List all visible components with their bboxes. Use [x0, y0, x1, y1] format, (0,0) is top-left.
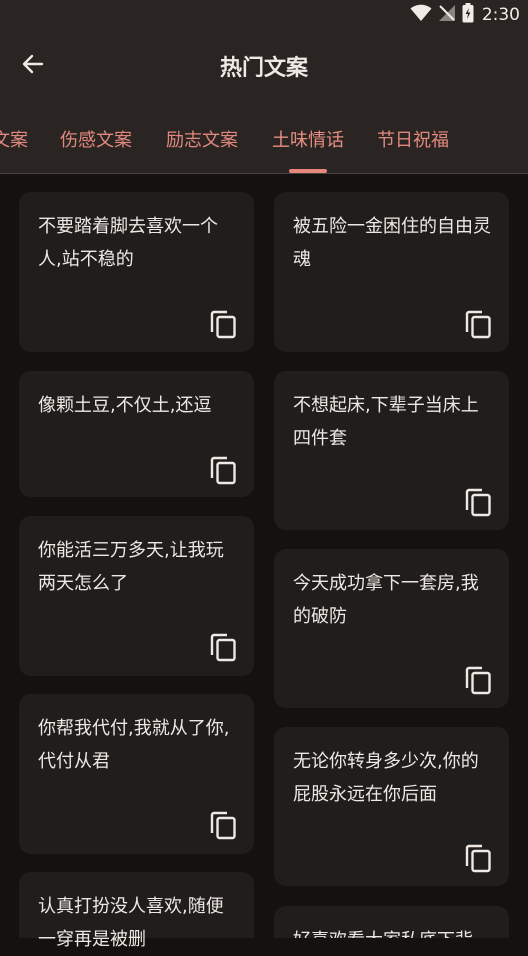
no-signal-icon: [438, 4, 456, 26]
quote-text: 像颗土豆,不仅土,还逗: [38, 395, 212, 416]
page-title: 热门文案: [219, 56, 308, 81]
copy-icon[interactable]: [463, 664, 493, 696]
quote-text: 不要踏着脚去喜欢一个人,站不稳的: [38, 216, 218, 270]
copy-icon[interactable]: [208, 308, 238, 340]
quote-text: 不想起床,下辈子当床上四件套: [293, 395, 479, 449]
category-tabs: 文案 伤感文案 励志文案 土味情话 节日祝福: [0, 102, 528, 173]
quote-text: 你能活三万多天,让我玩两天怎么了: [38, 540, 224, 594]
quote-card[interactable]: 不要踏着脚去喜欢一个人,站不稳的: [19, 192, 254, 352]
copy-icon[interactable]: [208, 454, 238, 486]
quote-card[interactable]: 无论你转身多少次,你的屁股永远在你后面: [274, 727, 509, 886]
tab-inspirational[interactable]: 励志文案: [166, 126, 238, 152]
copy-icon[interactable]: [208, 809, 238, 841]
quote-text: 好喜欢看大家私底下背: [293, 924, 495, 938]
app-bar: 热门文案: [0, 30, 528, 102]
copy-icon[interactable]: [463, 842, 493, 874]
quote-card[interactable]: 今天成功拿下一套房,我的破防: [274, 549, 509, 708]
copy-icon[interactable]: [463, 486, 493, 518]
quote-card[interactable]: 像颗土豆,不仅土,还逗: [19, 371, 254, 497]
tab-holiday[interactable]: 节日祝福: [377, 126, 449, 152]
battery-charging-icon: [462, 3, 474, 27]
tab-cheesy-love[interactable]: 土味情话: [272, 126, 344, 152]
divider: [0, 173, 528, 174]
quote-text: 无论你转身多少次,你的屁股永远在你后面: [293, 751, 479, 805]
tab-copywriting[interactable]: 文案: [0, 126, 28, 152]
quote-card[interactable]: 不想起床,下辈子当床上四件套: [274, 371, 509, 530]
quote-text: 今天成功拿下一套房,我的破防: [293, 573, 479, 627]
quote-card[interactable]: 认真打扮没人喜欢,随便一穿再是被删: [19, 872, 254, 950]
status-bar: 2:30: [0, 0, 528, 30]
status-icons: 2:30: [410, 0, 520, 30]
quote-text: 认真打扮没人喜欢,随便一穿再是被删: [38, 896, 224, 950]
quote-text: 你帮我代付,我就从了你,代付从君: [38, 718, 230, 772]
quote-card[interactable]: 被五险一金困住的自由灵魂: [274, 192, 509, 352]
tab-sad[interactable]: 伤感文案: [60, 126, 132, 152]
quote-card[interactable]: 你帮我代付,我就从了你,代付从君: [19, 694, 254, 854]
wifi-icon: [410, 4, 432, 26]
copy-icon[interactable]: [463, 308, 493, 340]
copy-icon[interactable]: [208, 631, 238, 663]
quote-card[interactable]: 好喜欢看大家私底下背: [274, 906, 509, 938]
quote-text: 被五险一金困住的自由灵魂: [293, 216, 491, 270]
quote-card[interactable]: 你能活三万多天,让我玩两天怎么了: [19, 516, 254, 676]
status-time: 2:30: [481, 5, 520, 25]
